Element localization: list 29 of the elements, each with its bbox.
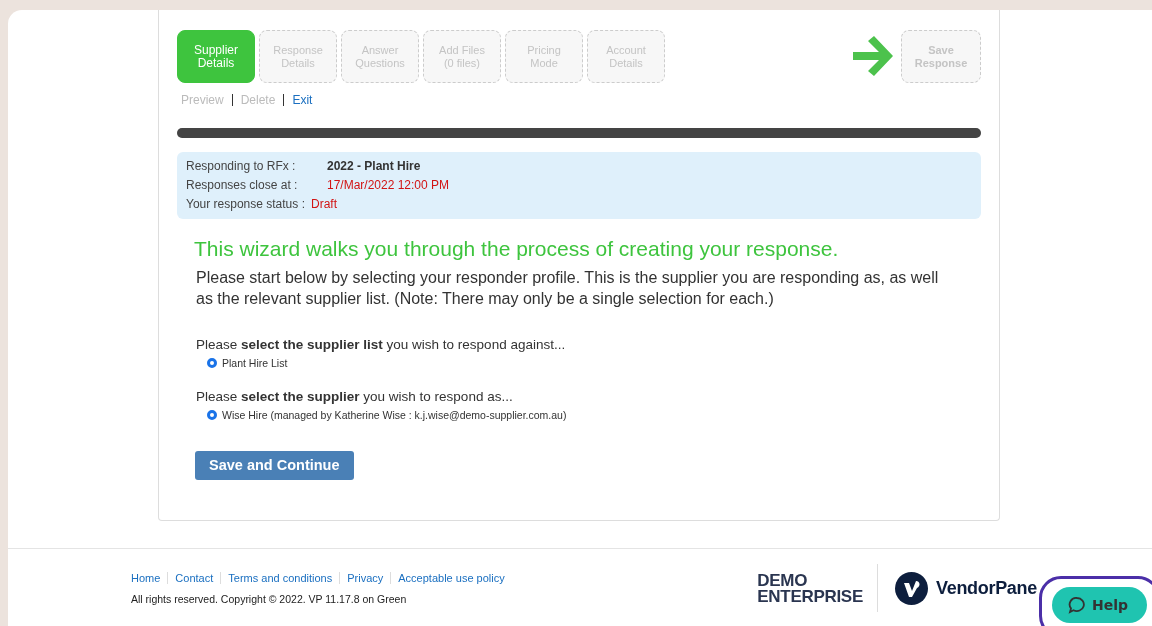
radio-label[interactable]: Wise Hire (managed by Katherine Wise : k.j.wise@demo-supplier.com.au) [222, 409, 567, 421]
chat-bubble-icon [1067, 596, 1086, 614]
wizard-link[interactable]: Exit [292, 93, 313, 107]
footer-link[interactable]: Contact [167, 571, 221, 584]
info-label: Your response status : [186, 197, 305, 211]
info-value: Draft [310, 197, 338, 211]
footer-link[interactable]: Home [131, 571, 168, 584]
footer-link[interactable]: Acceptable use policy [390, 571, 512, 584]
info-label: Responses close at : [186, 178, 299, 192]
arrow-right-icon [851, 36, 893, 76]
info-value: 17/Mar/2022 12:00 PM [326, 178, 451, 192]
radio-button[interactable] [207, 410, 217, 420]
demo-enterprise-logo: DEMO ENTERPRISE [757, 571, 863, 605]
intro-paragraph: Please start below by selecting your responder profile. This is the supplier you are responding as, as well as the relevant supplier list. (Note: There may only be a single selection for each.) [196, 268, 940, 309]
help-button[interactable]: Help [1051, 587, 1147, 623]
footer-link[interactable]: Privacy [339, 571, 391, 584]
vendorpanel-logo-icon [894, 571, 928, 605]
radio-button[interactable] [207, 358, 217, 368]
wizard-step-tab[interactable]: Supplier Details [177, 30, 255, 83]
question-prompt: Please select the supplier you wish to respond as... [196, 389, 514, 404]
copyright-text: All rights reserved. Copyright © 2022. VP 11.17.8 on Green [131, 592, 408, 605]
info-label: Responding to RFx : [186, 159, 297, 173]
footer-link[interactable]: Terms and conditions [220, 571, 340, 584]
wizard-heading: This wizard walks you through the process of creating your response. [194, 237, 840, 261]
info-value: 2022 - Plant Hire [326, 159, 422, 173]
vendorpanel-logo-text: VendorPane [935, 577, 1037, 599]
save-and-continue-button[interactable]: Save and Continue [195, 451, 354, 480]
radio-label[interactable]: Plant Hire List [222, 357, 288, 369]
question-prompt: Please select the supplier list you wish to respond against... [196, 337, 567, 352]
